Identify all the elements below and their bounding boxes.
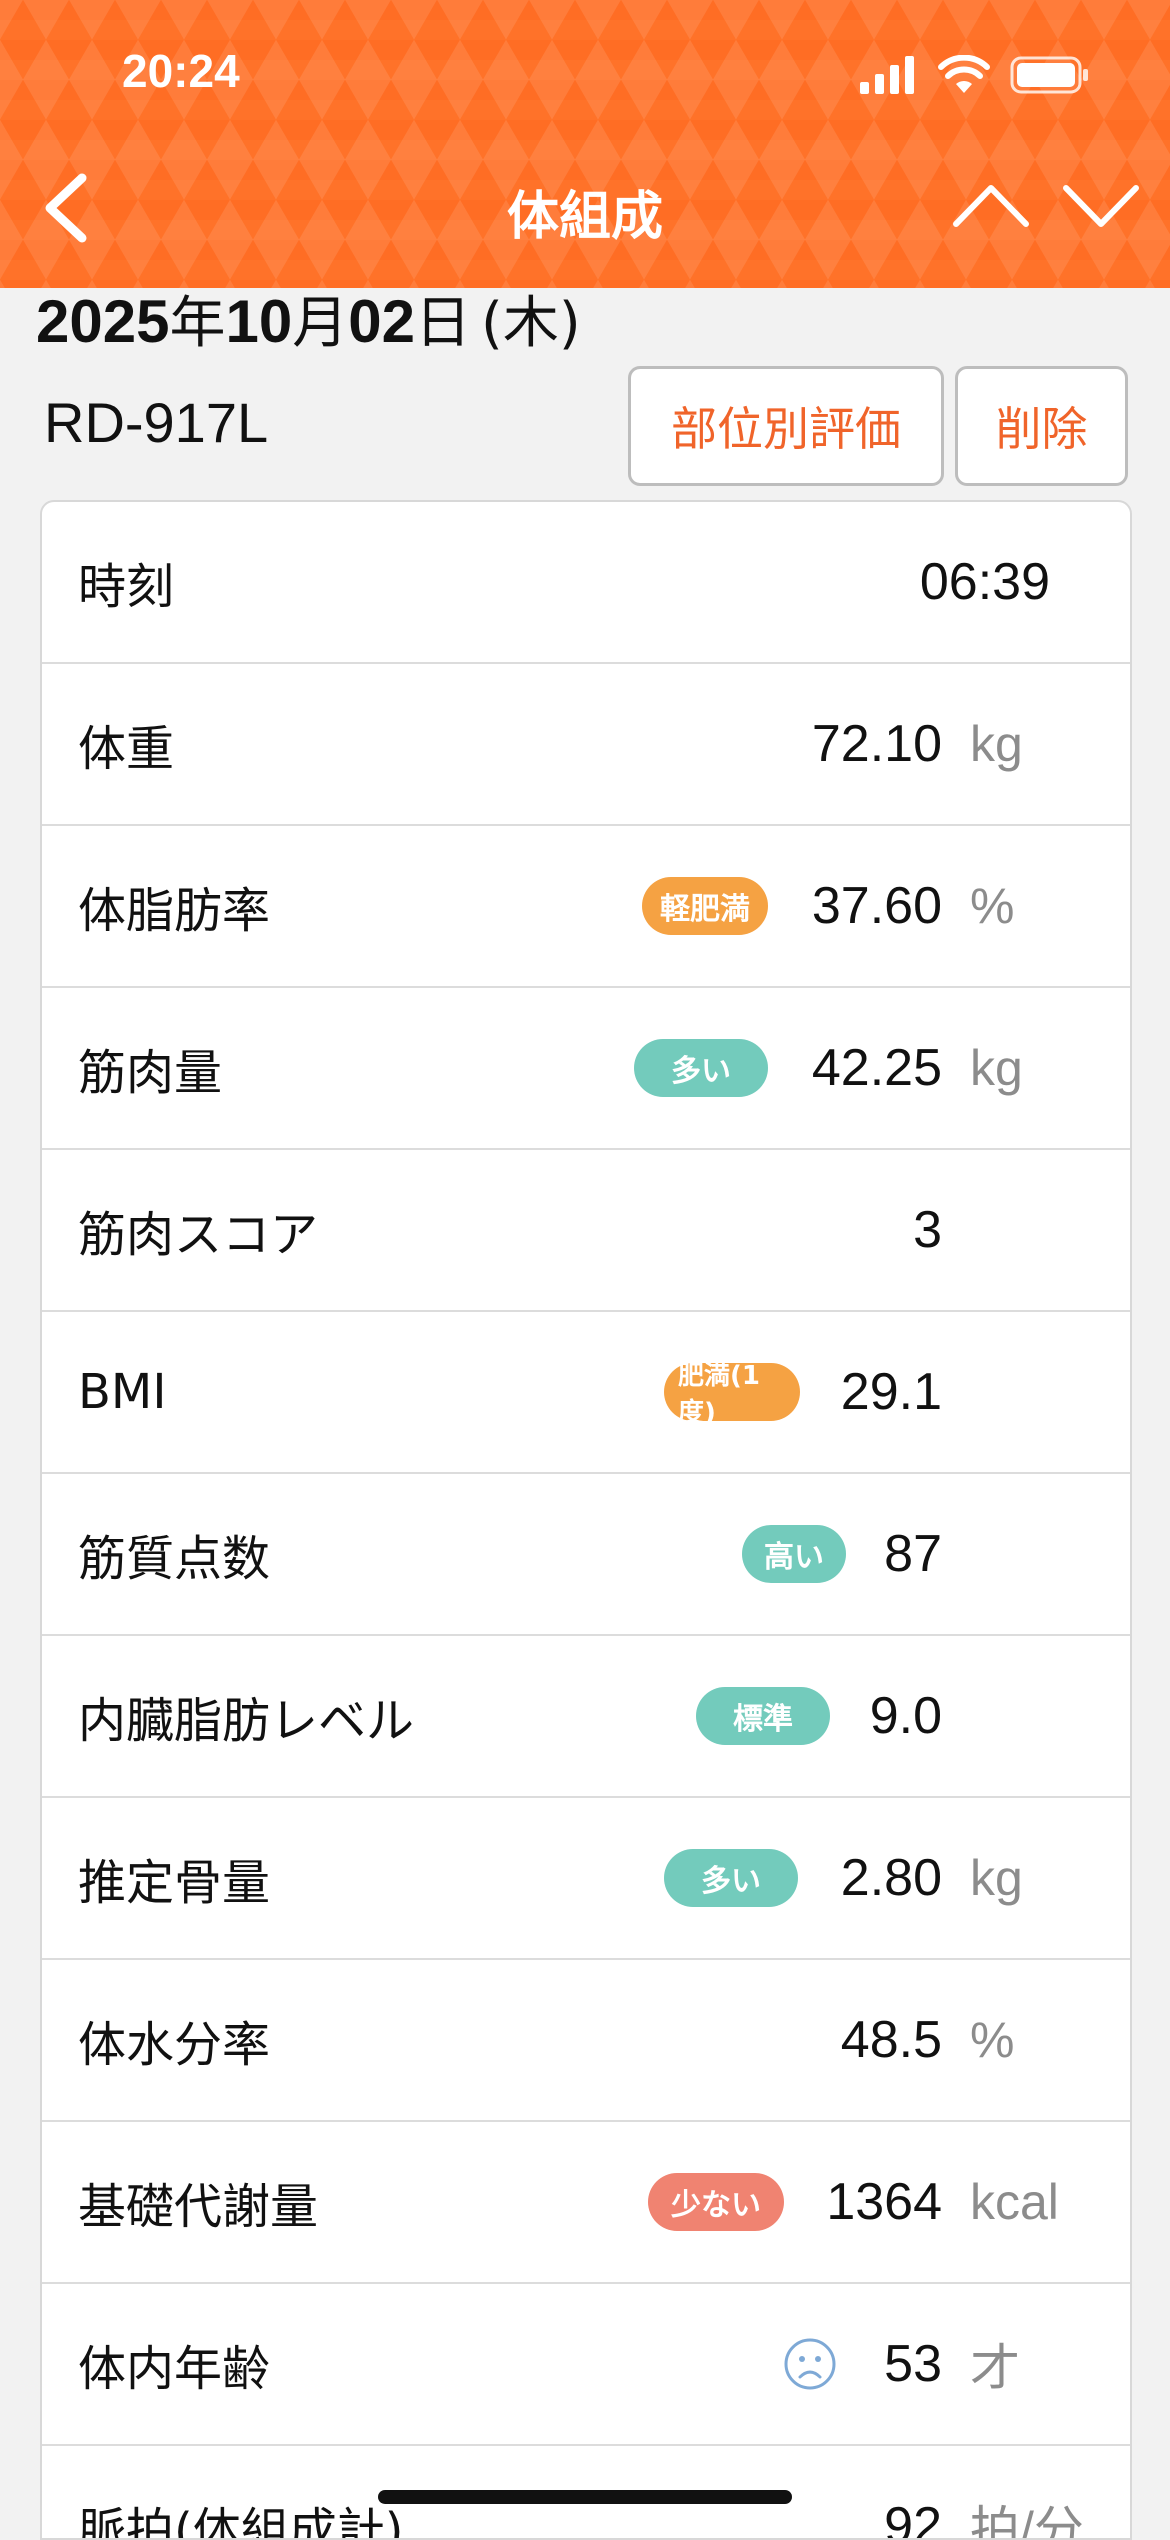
row-value: 53 (884, 2335, 942, 2393)
home-indicator[interactable] (378, 2490, 792, 2504)
chevron-down-icon[interactable] (1060, 176, 1142, 236)
row-label: 体水分率 (78, 2017, 271, 2073)
row-time: 時刻 06:39 (42, 502, 1130, 664)
status-badge: 多い (664, 1849, 798, 1907)
nav-header: 20:24 体組成 (0, 0, 1170, 288)
row-body-age: 体内年齢 53 才 (42, 2284, 1130, 2446)
row-unit: kg (970, 1850, 1023, 1906)
status-badge: 肥満(1度) (664, 1361, 800, 1428)
row-muscle-quality: 筋質点数 高い 87 (42, 1474, 1130, 1636)
body-part-evaluation-button[interactable]: 部位別評価 (628, 366, 944, 486)
row-label: 筋質点数 (78, 1531, 271, 1587)
delete-button[interactable]: 削除 (955, 366, 1128, 486)
row-value: 42.25 (811, 1039, 942, 1097)
row-label: 筋肉スコア (78, 1207, 319, 1263)
status-badge: 標準 (696, 1687, 830, 1745)
row-value: 2.80 (840, 1849, 942, 1907)
chevron-up-icon[interactable] (950, 176, 1032, 236)
row-body-water: 体水分率 48.5 % (42, 1960, 1130, 2122)
battery-icon (1010, 56, 1088, 94)
row-value: 29.1 (840, 1363, 942, 1421)
row-value: 92 (884, 2497, 942, 2540)
status-badge: 少ない (648, 2173, 784, 2231)
row-value: 06:39 (919, 553, 1050, 611)
row-bone-mass: 推定骨量 多い 2.80 kg (42, 1798, 1130, 1960)
row-muscle-score: 筋肉スコア 3 (42, 1150, 1130, 1312)
row-body-fat: 体脂肪率 軽肥満 37.60 % (42, 826, 1130, 988)
row-unit: 才 (970, 2340, 1020, 2396)
row-weight: 体重 72.10 kg (42, 664, 1130, 826)
row-label: 内臓脂肪レベル (78, 1693, 415, 1749)
row-label: 基礎代謝量 (78, 2179, 319, 2235)
row-value: 1364 (826, 2173, 942, 2231)
row-muscle-mass: 筋肉量 多い 42.25 kg (42, 988, 1130, 1150)
row-unit: % (970, 878, 1015, 934)
row-value: 9.0 (869, 1687, 942, 1745)
row-label: 筋肉量 (78, 1045, 223, 1101)
row-label: 時刻 (78, 559, 175, 615)
sad-face-icon (784, 2338, 836, 2390)
row-label: BMI (78, 1364, 167, 1420)
row-unit: 拍/分 (970, 2502, 1084, 2540)
row-value: 48.5 (840, 2011, 942, 2069)
signal-icon (860, 56, 914, 94)
row-basal-metabolism: 基礎代謝量 少ない 1364 kcal (42, 2122, 1130, 2284)
status-badge: 高い (742, 1525, 846, 1583)
device-model: RD-917L (44, 391, 269, 454)
row-label: 推定骨量 (78, 1855, 271, 1911)
status-badge: 多い (634, 1039, 768, 1097)
row-bmi: BMI 肥満(1度) 29.1 (42, 1312, 1130, 1474)
status-icons (860, 52, 1090, 98)
row-unit: kcal (970, 2174, 1059, 2230)
row-label: 体内年齢 (78, 2341, 271, 2397)
row-unit: % (970, 2012, 1015, 2068)
measurement-list: 時刻 06:39 体重 72.10 kg 体脂肪率 軽肥満 37.60 % 筋肉… (40, 500, 1132, 2540)
row-label: 体重 (78, 721, 175, 777)
wifi-icon (938, 55, 990, 93)
row-value: 3 (913, 1201, 942, 1259)
row-value: 72.10 (811, 715, 942, 773)
row-unit: kg (970, 716, 1023, 772)
row-value: 87 (884, 1525, 942, 1583)
row-label: 脈拍(体組成計) (78, 2503, 404, 2540)
row-value: 37.60 (811, 877, 942, 935)
row-unit: kg (970, 1040, 1023, 1096)
status-time: 20:24 (122, 45, 240, 97)
row-label: 体脂肪率 (78, 883, 271, 939)
measurement-date: 2025年10月02日 (木) (36, 288, 581, 352)
status-badge: 軽肥満 (642, 877, 768, 935)
row-visceral-fat: 内臓脂肪レベル 標準 9.0 (42, 1636, 1130, 1798)
